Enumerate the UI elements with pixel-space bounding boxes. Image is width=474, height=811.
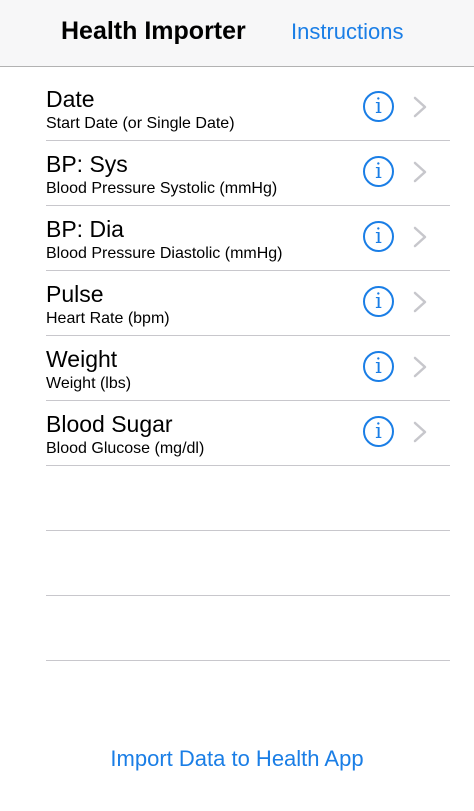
row-title: Weight xyxy=(46,346,118,372)
row-subtitle: Heart Rate (bpm) xyxy=(46,310,170,327)
row-subtitle: Blood Pressure Systolic (mmHg) xyxy=(46,180,278,197)
info-circle-icon[interactable]: i xyxy=(363,221,394,252)
row-subtitle: Weight (lbs) xyxy=(46,375,132,392)
chevron-right-icon xyxy=(413,356,427,378)
empty-row xyxy=(0,531,474,596)
data-field-list: Date Start Date (or Single Date) i BP: S… xyxy=(0,76,474,661)
chevron-right-icon xyxy=(413,421,427,443)
info-circle-icon[interactable]: i xyxy=(363,416,394,447)
row-title: BP: Dia xyxy=(46,216,124,242)
info-circle-icon[interactable]: i xyxy=(363,156,394,187)
app-title: Health Importer xyxy=(61,17,246,45)
row-title: Blood Sugar xyxy=(46,411,173,437)
screen: Health Importer Instructions Date Start … xyxy=(0,0,474,811)
info-circle-icon[interactable]: i xyxy=(363,351,394,382)
chevron-right-icon xyxy=(413,161,427,183)
chevron-right-icon xyxy=(413,96,427,118)
chevron-right-icon xyxy=(413,226,427,248)
row-title: Pulse xyxy=(46,281,104,307)
empty-row xyxy=(0,466,474,531)
chevron-right-icon xyxy=(413,291,427,313)
row-subtitle: Blood Glucose (mg/dl) xyxy=(46,440,205,457)
row-bp-sys[interactable]: BP: Sys Blood Pressure Systolic (mmHg) i xyxy=(0,141,474,206)
info-circle-icon[interactable]: i xyxy=(363,91,394,122)
row-blood-sugar[interactable]: Blood Sugar Blood Glucose (mg/dl) i xyxy=(0,401,474,466)
instructions-button[interactable]: Instructions xyxy=(291,19,404,45)
row-title: BP: Sys xyxy=(46,151,128,177)
row-pulse[interactable]: Pulse Heart Rate (bpm) i xyxy=(0,271,474,336)
info-circle-icon[interactable]: i xyxy=(363,286,394,317)
row-weight[interactable]: Weight Weight (lbs) i xyxy=(0,336,474,401)
navigation-bar: Health Importer Instructions xyxy=(0,0,474,67)
row-subtitle: Blood Pressure Diastolic (mmHg) xyxy=(46,245,283,262)
row-subtitle: Start Date (or Single Date) xyxy=(46,115,235,132)
row-separator xyxy=(46,660,450,661)
row-title: Date xyxy=(46,86,95,112)
row-date[interactable]: Date Start Date (or Single Date) i xyxy=(0,76,474,141)
empty-row xyxy=(0,596,474,661)
import-data-button[interactable]: Import Data to Health App xyxy=(0,746,474,772)
row-bp-dia[interactable]: BP: Dia Blood Pressure Diastolic (mmHg) … xyxy=(0,206,474,271)
